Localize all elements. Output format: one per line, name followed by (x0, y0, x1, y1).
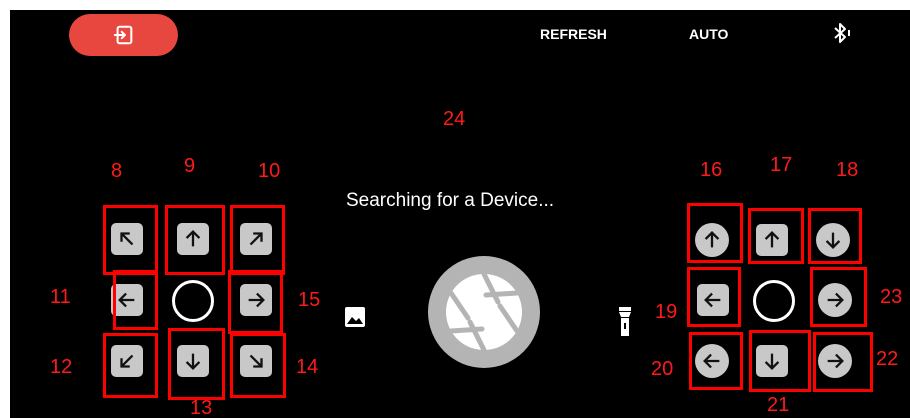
bluetooth-button[interactable] (830, 22, 856, 49)
annotation-box-14 (230, 333, 286, 398)
annotation-box-19 (687, 267, 741, 327)
annotation-label-8: 8 (111, 160, 123, 182)
annotation-label-22: 22 (876, 348, 899, 370)
device-status-text: Searching for a Device... (346, 190, 555, 211)
flashlight-button[interactable] (618, 306, 632, 343)
annotation-box-20 (689, 332, 743, 390)
annotation-label-13: 13 (190, 397, 213, 418)
annotation-label-9: 9 (184, 155, 196, 177)
annotation-box-21 (749, 330, 811, 392)
exit-icon (113, 25, 132, 45)
annotation-label-16: 16 (700, 159, 723, 181)
annotation-label-10: 10 (258, 160, 281, 182)
gallery-button[interactable] (344, 306, 366, 333)
annotation-box-15 (228, 270, 283, 334)
annotation-label-17: 17 (770, 154, 793, 176)
annotation-box-9 (165, 205, 225, 275)
annotation-label-11: 11 (50, 286, 71, 308)
right-stop-button[interactable] (753, 280, 795, 322)
annotation-box-11 (113, 270, 158, 330)
refresh-button[interactable]: REFRESH (540, 26, 607, 42)
annotation-box-10 (230, 205, 285, 275)
annotation-box-8 (103, 205, 158, 275)
annotation-label-15: 15 (298, 289, 321, 311)
bluetooth-icon (834, 23, 850, 43)
annotation-label-23: 23 (880, 286, 903, 308)
annotation-label-24: 24 (443, 108, 466, 130)
annotation-label-19: 19 (655, 301, 678, 323)
camera-shutter-icon (428, 256, 540, 368)
annotation-box-17 (748, 208, 804, 264)
annotation-box-16 (687, 203, 743, 263)
annotation-box-13 (168, 328, 225, 400)
shutter-button[interactable] (426, 254, 542, 375)
annotation-label-21: 21 (767, 394, 790, 416)
annotation-box-23 (810, 267, 867, 327)
robot-controller-screen: REFRESH AUTO Searching for a Device... 8… (10, 10, 910, 418)
annotation-box-22 (813, 332, 873, 392)
annotation-box-12 (103, 333, 158, 398)
annotation-label-14: 14 (296, 356, 319, 378)
annotation-label-12: 12 (50, 356, 73, 378)
gallery-icon (345, 307, 365, 327)
annotation-box-18 (808, 208, 862, 264)
stop-button[interactable] (172, 280, 214, 322)
exit-button[interactable] (69, 14, 178, 56)
annotation-label-20: 20 (651, 358, 674, 380)
annotation-label-18: 18 (836, 159, 859, 181)
flashlight-icon (619, 307, 631, 336)
auto-button[interactable]: AUTO (689, 26, 728, 42)
